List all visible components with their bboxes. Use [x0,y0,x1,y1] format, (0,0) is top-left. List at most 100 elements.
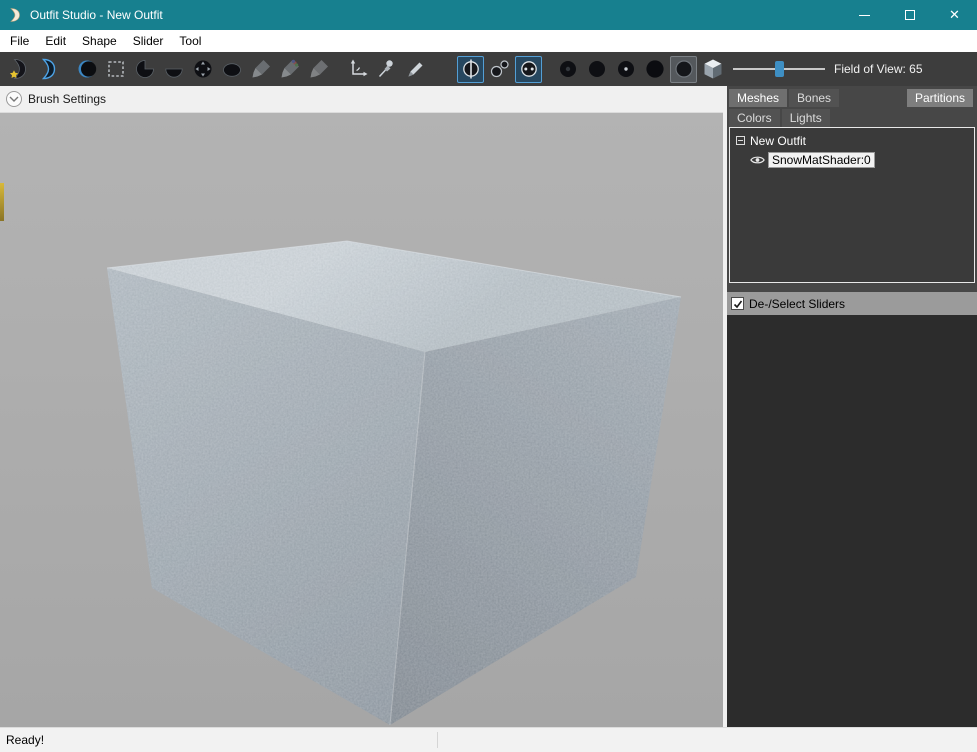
menu-tool[interactable]: Tool [171,31,209,51]
brush-size-1-button[interactable] [554,56,581,83]
menu-edit[interactable]: Edit [37,31,74,51]
save-project-button[interactable] [5,56,32,83]
brush-size-3-button[interactable] [612,56,639,83]
alpha-brush-button[interactable] [305,56,332,83]
smooth-brush-icon [221,58,243,80]
transform-tool-button[interactable] [344,56,371,83]
sliders-panel [727,315,977,727]
x-mirror-icon [460,58,482,80]
move-brush-button[interactable] [189,56,216,83]
outfit-studio-window: Outfit Studio - New Outfit ✕ File Edit S… [0,0,977,752]
left-column: Brush Settings [0,86,723,727]
shape-label[interactable]: SnowMatShader:0 [768,152,875,168]
toolbar-separator [333,56,343,83]
tree-item-row[interactable]: SnowMatShader:0 [730,150,974,169]
slider-thumb[interactable] [775,61,784,77]
brush-size-3-icon [615,58,637,80]
sliders-header[interactable]: De-/Select Sliders [727,292,977,315]
minimize-icon [859,15,870,16]
vertex-edit-tool-button[interactable] [402,56,429,83]
brush-settings-label: Brush Settings [28,92,106,106]
toolbar-tools [4,56,727,83]
connected-only-toggle-button[interactable] [486,56,513,83]
maximize-icon [905,10,915,20]
mesh-cube [0,113,723,727]
tab-meshes[interactable]: Meshes [729,89,787,107]
color-brush-button[interactable] [276,56,303,83]
collapse-icon[interactable] [736,136,745,145]
status-message: Ready! [0,733,44,747]
load-project-button[interactable] [34,56,61,83]
brush-collision-toggle-button[interactable] [515,56,542,83]
inflate-brush-icon [134,58,156,80]
transform-tool-icon [347,58,369,80]
pivot-tool-button[interactable] [373,56,400,83]
mask-brush-button[interactable] [102,56,129,83]
connected-only-icon [489,58,511,80]
smooth-brush-button[interactable] [218,56,245,83]
field-of-view-control: Field of View: 65 [733,60,923,78]
close-button[interactable]: ✕ [932,0,977,30]
maximize-button[interactable] [887,0,932,30]
field-of-view-slider[interactable] [733,60,825,78]
select-sphere-button[interactable] [73,56,100,83]
outfit-studio-logo-icon [7,7,23,23]
right-panel: Meshes Bones Partitions Colors Lights Ne… [727,86,977,727]
tab-row-1: Meshes Bones Partitions [729,89,975,107]
inflate-brush-button[interactable] [131,56,158,83]
mask-brush-icon [105,58,127,80]
app-icon [0,7,30,23]
dock-tab-sliver[interactable] [0,183,4,221]
brush-size-1-icon [557,58,579,80]
window-title: Outfit Studio - New Outfit [30,8,163,22]
menu-slider[interactable]: Slider [125,31,172,51]
tab-lights[interactable]: Lights [782,109,830,127]
tab-colors[interactable]: Colors [729,109,780,127]
load-project-icon [37,58,59,80]
color-brush-icon [279,58,301,80]
sliders-header-label: De-/Select Sliders [749,297,845,311]
tree-root-row[interactable]: New Outfit [730,131,974,150]
right-panel-tabs: Meshes Bones Partitions Colors Lights [727,86,977,127]
menubar: File Edit Shape Slider Tool [0,30,977,52]
brush-size-5-icon [673,58,695,80]
menu-shape[interactable]: Shape [74,31,125,51]
pivot-tool-icon [376,58,398,80]
x-mirror-toggle-button[interactable] [457,56,484,83]
brush-size-5-button[interactable] [670,56,697,83]
menu-file[interactable]: File [2,31,37,51]
statusbar: Ready! [0,727,977,752]
move-brush-icon [192,58,214,80]
toolbar-separator [543,56,553,83]
deflate-brush-button[interactable] [160,56,187,83]
tab-partitions[interactable]: Partitions [907,89,973,107]
brush-settings-header[interactable]: Brush Settings [0,86,723,113]
viewport-3d[interactable] [0,113,723,727]
select-sphere-icon [76,58,98,80]
deflate-brush-icon [163,58,185,80]
brush-size-2-icon [586,58,608,80]
weight-brush-button[interactable] [247,56,274,83]
brush-size-4-icon [644,58,666,80]
workarea: Brush Settings [0,86,977,727]
vertex-edit-tool-icon [405,58,427,80]
toolbar-separator [430,56,456,83]
tab-row-2: Colors Lights [729,109,975,127]
save-project-icon [8,58,30,80]
window-controls: ✕ [842,0,977,30]
meshes-tree: New Outfit SnowMatShader:0 [729,127,975,283]
brush-size-4-button[interactable] [641,56,668,83]
segment-mode-button[interactable] [699,56,726,83]
brush-size-2-button[interactable] [583,56,610,83]
alpha-brush-icon [308,58,330,80]
toolbar: Field of View: 65 [0,52,977,86]
statusbar-separator [437,732,438,748]
checkmark-icon [733,299,743,309]
chevron-down-icon[interactable] [6,91,22,107]
tab-bones[interactable]: Bones [789,89,839,107]
outfit-root-label: New Outfit [750,134,806,148]
right-panel-gap [727,283,977,292]
visibility-eye-icon[interactable] [750,154,765,166]
minimize-button[interactable] [842,0,887,30]
deselect-sliders-checkbox[interactable] [731,297,744,310]
